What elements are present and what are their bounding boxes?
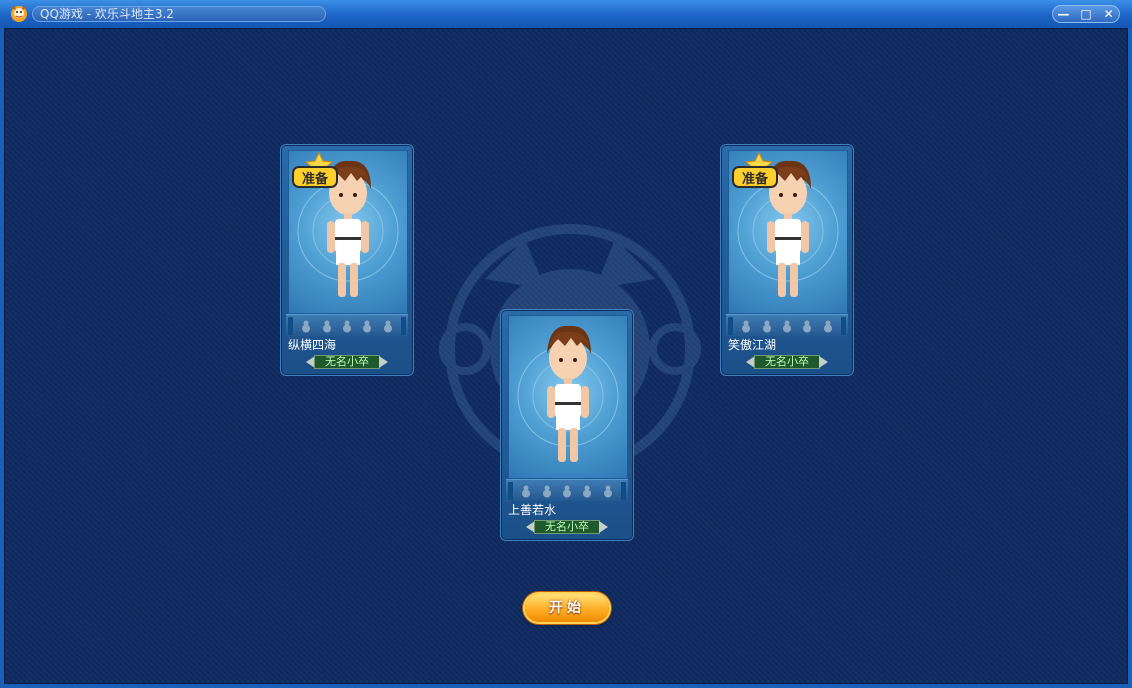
minimize-button[interactable]: — bbox=[1052, 5, 1075, 23]
title-bar[interactable]: QQ游戏 - 欢乐斗地主3.2 — □ ✕ bbox=[0, 0, 1132, 28]
rank-label: 无名小卒 bbox=[545, 520, 589, 533]
avatar-figure-icon bbox=[517, 325, 619, 462]
window-title: QQ游戏 - 欢乐斗地主3.2 bbox=[40, 7, 174, 21]
close-button[interactable]: ✕ bbox=[1097, 5, 1120, 23]
gourd-icon bbox=[522, 485, 531, 497]
gourd-icon bbox=[363, 320, 372, 332]
player-card-left[interactable]: 准备 纵横四海 无名小卒 bbox=[282, 146, 412, 374]
window-controls: — □ ✕ bbox=[1052, 5, 1120, 23]
gourd-icon bbox=[603, 485, 612, 497]
rank-badge: 无名小卒 bbox=[744, 354, 830, 370]
game-table: 准备 纵横四海 无名小卒 准备 笑傲江湖 无名小卒 上善若水 无名小卒 开始 bbox=[4, 28, 1128, 684]
player-name: 笑傲江湖 bbox=[728, 338, 777, 352]
gourd-icon bbox=[342, 320, 351, 332]
ready-label: 准备 bbox=[742, 171, 769, 187]
gourd-icon bbox=[583, 485, 592, 497]
gourd-icon bbox=[823, 320, 832, 332]
ready-label: 准备 bbox=[302, 171, 329, 187]
maximize-button[interactable]: □ bbox=[1075, 5, 1098, 23]
gourd-icon bbox=[742, 320, 751, 332]
start-button[interactable]: 开始 bbox=[525, 594, 609, 622]
player-avatar: 准备 bbox=[288, 150, 408, 314]
gourd-icon bbox=[322, 320, 331, 332]
player-avatar bbox=[508, 315, 628, 479]
item-slots bbox=[286, 314, 408, 336]
qq-penguin-icon bbox=[11, 6, 27, 22]
gourd-icon bbox=[562, 485, 571, 497]
game-window: QQ游戏 - 欢乐斗地主3.2 — □ ✕ 准备 纵横四海 无名小卒 准备 笑傲… bbox=[0, 0, 1132, 688]
rank-label: 无名小卒 bbox=[325, 355, 369, 368]
rank-badge: 无名小卒 bbox=[304, 354, 390, 370]
player-name: 纵横四海 bbox=[288, 338, 337, 352]
player-card-right[interactable]: 准备 笑傲江湖 无名小卒 bbox=[722, 146, 852, 374]
rank-badge: 无名小卒 bbox=[524, 519, 610, 535]
player-avatar: 准备 bbox=[728, 150, 848, 314]
ready-badge-icon: 准备 bbox=[732, 151, 778, 188]
gourd-icon bbox=[803, 320, 812, 332]
rank-label: 无名小卒 bbox=[765, 355, 809, 368]
item-slots bbox=[726, 314, 848, 336]
gourd-icon bbox=[542, 485, 551, 497]
gourd-icon bbox=[383, 320, 392, 332]
gourd-icon bbox=[782, 320, 791, 332]
player-card-self[interactable]: 上善若水 无名小卒 bbox=[502, 311, 632, 539]
ready-badge-icon: 准备 bbox=[292, 151, 338, 188]
item-slots bbox=[506, 479, 628, 501]
gourd-icon bbox=[762, 320, 771, 332]
player-name: 上善若水 bbox=[508, 503, 557, 517]
gourd-icon bbox=[302, 320, 311, 332]
